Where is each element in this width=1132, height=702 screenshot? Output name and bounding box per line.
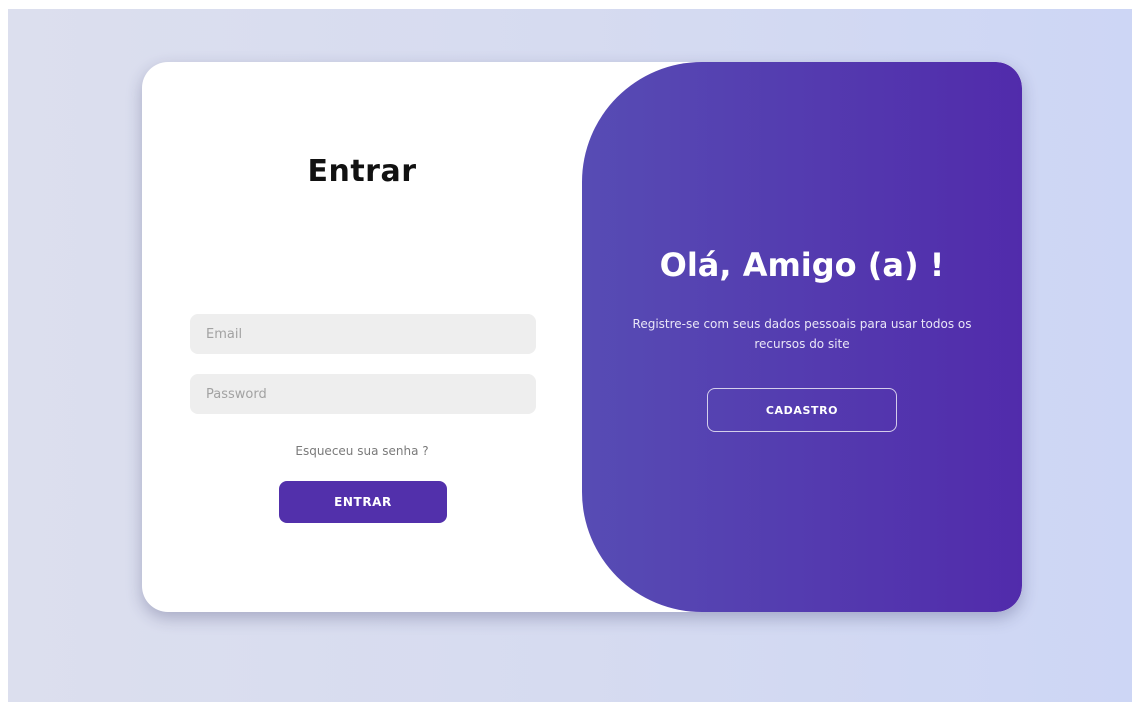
signup-button[interactable]: CADASTRO — [707, 388, 897, 432]
signin-title: Entrar — [307, 154, 417, 189]
signin-form: Entrar Esqueceu sua senha ? ENTRAR — [142, 62, 582, 612]
welcome-title: Olá, Amigo (a) ! — [659, 246, 945, 284]
welcome-description: Registre-se com seus dados pessoais para… — [632, 317, 972, 351]
signin-button[interactable]: ENTRAR — [279, 481, 447, 523]
auth-card: Entrar Esqueceu sua senha ? ENTRAR Olá, … — [142, 62, 1022, 612]
password-input[interactable] — [190, 374, 536, 414]
forgot-password-link[interactable]: Esqueceu sua senha ? — [142, 444, 582, 458]
welcome-panel: Olá, Amigo (a) ! Registre-se com seus da… — [582, 62, 1022, 612]
email-input[interactable] — [190, 314, 536, 354]
